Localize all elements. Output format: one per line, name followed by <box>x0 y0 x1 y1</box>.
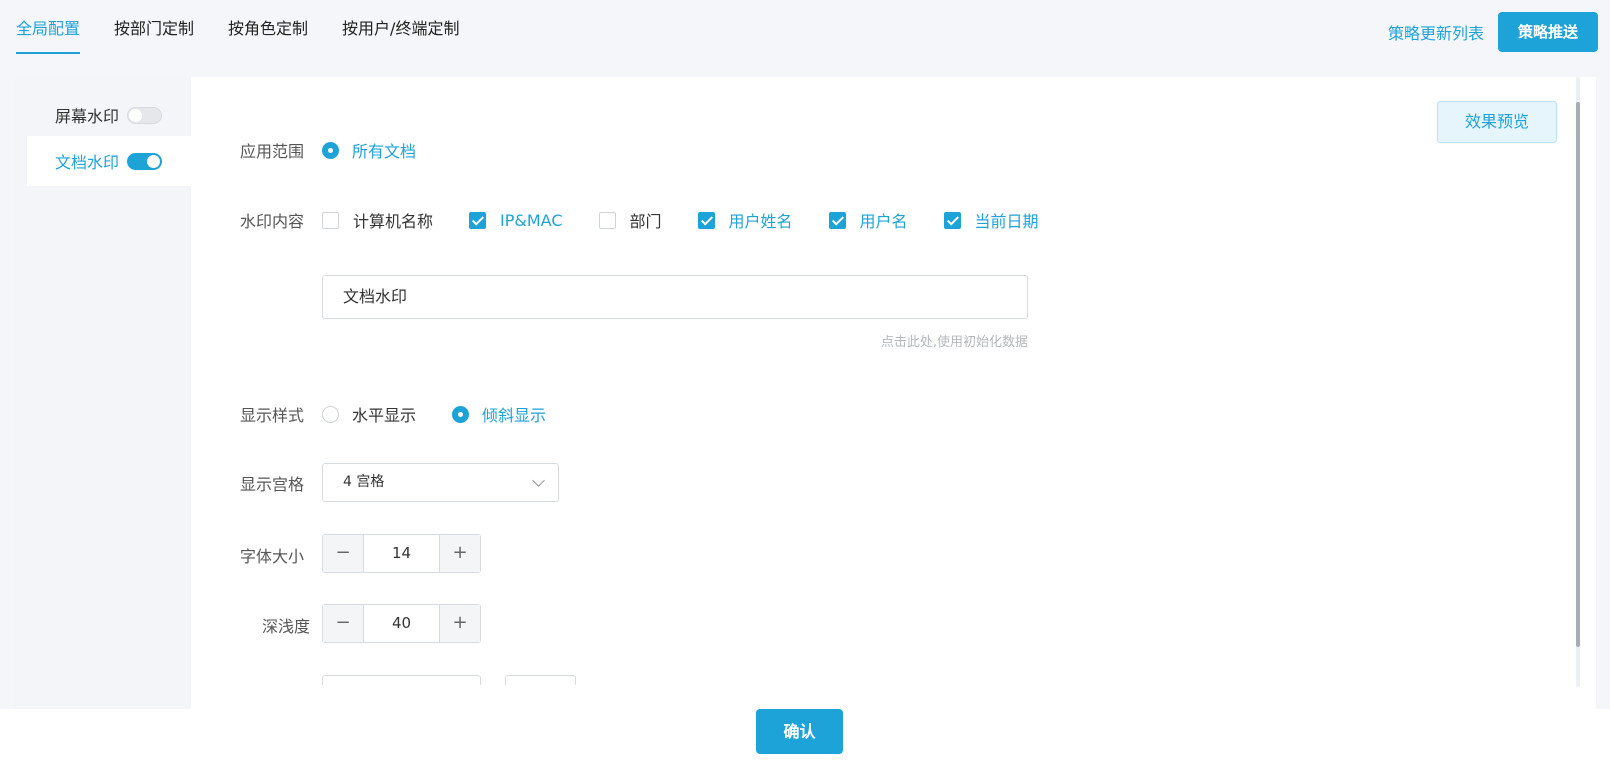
policy-push-button[interactable]: 策略推送 <box>1497 12 1598 52</box>
horizontal-radio[interactable] <box>322 405 339 423</box>
tab-by-department[interactable]: 按部门定制 <box>114 0 194 54</box>
policy-update-list-link[interactable]: 策略更新列表 <box>1388 20 1484 44</box>
opacity-label: 深浅度 <box>261 617 310 636</box>
top-bar: 全局配置 按部门定制 按角色定制 按用户/终端定制 策略更新列表 策略推送 <box>0 0 1610 62</box>
preview-button[interactable]: 效果预览 <box>1437 101 1557 143</box>
tilted-option[interactable]: 倾斜显示 <box>482 402 546 426</box>
opacity-increment-button[interactable]: + <box>440 605 480 642</box>
style-row: 显示样式 水平显示 倾斜显示 <box>240 402 582 426</box>
scope-row: 应用范围 所有文档 <box>240 138 452 162</box>
confirm-button[interactable]: 确认 <box>756 709 843 754</box>
scrollbar-thumb[interactable] <box>1576 102 1580 647</box>
current-date-option[interactable]: 当前日期 <box>975 208 1039 232</box>
document-watermark-toggle[interactable] <box>127 152 163 170</box>
scope-all-docs-radio[interactable] <box>322 141 339 159</box>
content-label: 水印内容 <box>240 212 305 231</box>
horizontal-option[interactable]: 水平显示 <box>352 402 416 426</box>
content-row: 水印内容 计算机名称 IP&MAC 部门 用户姓名 用户名 当前日期 <box>240 208 1075 232</box>
watermark-text-input[interactable]: 文档水印 <box>322 275 1028 319</box>
main-panel: 屏幕水印 文档水印 效果预览 应用范围 所有文档 水印内容 计算机名称 IP&M… <box>14 77 1596 709</box>
font-size-value[interactable]: 14 <box>363 535 440 572</box>
current-date-checkbox[interactable] <box>943 211 961 229</box>
tab-global-config[interactable]: 全局配置 <box>16 0 81 54</box>
header-actions: 策略更新列表 策略推送 <box>1388 12 1598 52</box>
tab-bar: 全局配置 按部门定制 按角色定制 按用户/终端定制 <box>16 0 493 62</box>
user-fullname-checkbox[interactable] <box>697 211 715 229</box>
next-row-field-secondary[interactable] <box>505 675 576 685</box>
bottom-bar: 确认 <box>0 709 1610 776</box>
user-fullname-option[interactable]: 用户姓名 <box>729 208 793 232</box>
sidebar-item-label: 屏幕水印 <box>55 107 120 126</box>
ip-mac-checkbox[interactable] <box>469 211 487 229</box>
computer-name-checkbox[interactable] <box>322 211 339 229</box>
font-size-label: 字体大小 <box>240 547 305 566</box>
sidebar-item-screen-watermark[interactable]: 屏幕水印 <box>27 90 191 140</box>
computer-name-option[interactable]: 计算机名称 <box>353 208 433 232</box>
opacity-stepper: − 40 + <box>322 604 481 643</box>
chevron-down-icon <box>532 474 545 487</box>
grid-label: 显示宫格 <box>240 475 305 494</box>
username-checkbox[interactable] <box>828 211 846 229</box>
font-size-row: 字体大小 <box>240 543 322 567</box>
grid-row: 显示宫格 <box>240 471 322 495</box>
opacity-decrement-button[interactable]: − <box>323 605 363 642</box>
font-size-increment-button[interactable]: + <box>440 535 480 572</box>
grid-select[interactable]: 4 宫格 <box>322 463 559 502</box>
next-row-field[interactable] <box>322 675 481 685</box>
grid-select-value: 4 宫格 <box>343 474 385 490</box>
scope-label: 应用范围 <box>240 142 305 161</box>
department-checkbox[interactable] <box>598 211 616 229</box>
sidebar: 屏幕水印 文档水印 <box>14 77 191 709</box>
screen-watermark-toggle[interactable] <box>127 106 163 124</box>
tab-by-role[interactable]: 按角色定制 <box>228 0 308 54</box>
sidebar-item-document-watermark[interactable]: 文档水印 <box>27 136 191 186</box>
font-size-stepper: − 14 + <box>322 534 481 573</box>
init-data-hint-link[interactable]: 点击此处,使用初始化数据 <box>822 331 1028 350</box>
font-size-decrement-button[interactable]: − <box>323 535 363 572</box>
tab-by-user-terminal[interactable]: 按用户/终端定制 <box>342 0 459 54</box>
scope-all-docs-option[interactable]: 所有文档 <box>352 138 416 162</box>
style-label: 显示样式 <box>240 406 305 425</box>
opacity-value[interactable]: 40 <box>363 605 440 642</box>
department-option[interactable]: 部门 <box>630 208 662 232</box>
ip-mac-option[interactable]: IP&MAC <box>500 211 562 230</box>
sidebar-item-label: 文档水印 <box>55 153 120 172</box>
opacity-row: 深浅度 <box>240 613 310 637</box>
tilted-radio[interactable] <box>452 405 470 423</box>
username-option[interactable]: 用户名 <box>860 208 908 232</box>
